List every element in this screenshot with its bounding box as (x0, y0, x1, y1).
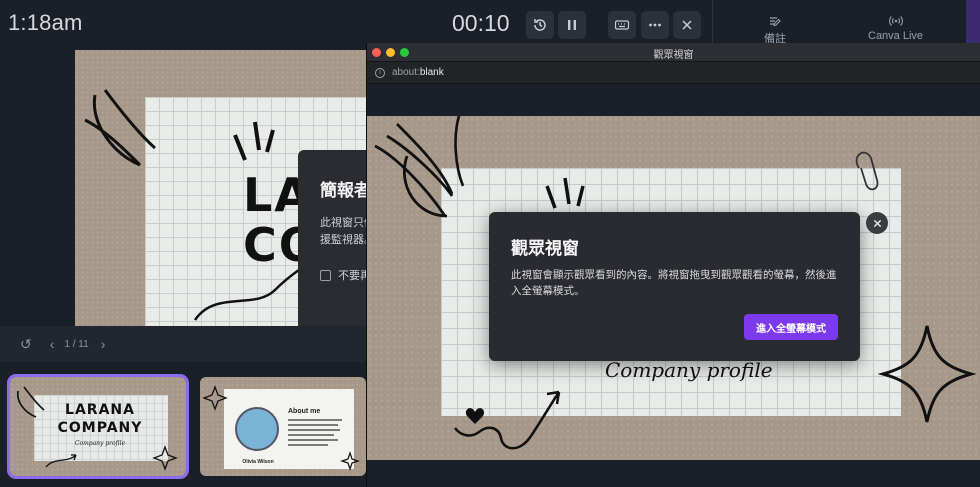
close-icon (682, 20, 692, 30)
address-scheme: about: (392, 67, 420, 78)
pause-button[interactable] (558, 11, 586, 39)
previous-slide-button[interactable]: ‹ (50, 336, 55, 352)
tab-notes[interactable]: 備註 (764, 14, 786, 46)
replay-icon[interactable]: ↺ (20, 336, 32, 353)
dialog-title: 觀眾視窗 (511, 239, 579, 258)
thumbnail-1-subtitle: Company profile (74, 440, 126, 447)
slide-thumbnail-1[interactable]: LARANA COMPANY Company profile (7, 374, 189, 479)
audience-window: 觀眾視窗 i about: blank Company profile 觀眾視窗 … (366, 43, 980, 487)
address-host: blank (419, 67, 444, 78)
clock: 1:18am (8, 10, 83, 35)
window-title-bar[interactable]: 觀眾視窗 (367, 43, 980, 62)
tab-canva-live[interactable]: Canva Live (868, 14, 923, 42)
pause-icon (568, 20, 576, 30)
thumbnail-2-portrait (235, 407, 279, 451)
thumbnail-1-title-line2: COMPANY (57, 420, 143, 436)
checkbox-box[interactable] (320, 269, 331, 281)
keyboard-shortcuts-button[interactable] (608, 11, 636, 39)
timer: 00:10 (452, 10, 510, 36)
thumbnail-1-title: LARANA COMPANY (40, 401, 160, 437)
window-title: 觀眾視窗 (653, 50, 694, 61)
letterbox-top (367, 84, 980, 115)
next-slide-button[interactable]: › (101, 336, 106, 352)
audience-slide-script: Company profile (605, 358, 773, 382)
dialog-close-button[interactable] (866, 212, 888, 234)
tab-canva-live-label: Canva Live (868, 30, 924, 42)
slide-thumbnail-2[interactable]: Olivia Wilson About me (200, 377, 366, 476)
keyboard-icon (614, 20, 630, 30)
thumbnail-2-heading: About me (288, 408, 321, 415)
panel-divider (712, 0, 713, 44)
notes-icon (770, 17, 781, 27)
page-indicator: 1 / 11 (64, 338, 89, 350)
slide-navigation-bar: ↺ ‹ 1 / 11 › (0, 326, 366, 362)
more-options-button[interactable] (641, 11, 669, 39)
letterbox-bottom (367, 460, 980, 487)
close-presenter-button[interactable] (673, 11, 701, 39)
restart-timer-button[interactable] (526, 11, 554, 39)
dialog-body: 此視窗會顯示觀眾看到的內容。將視窗拖曳到觀眾觀看的螢幕，然後進入全螢幕模式。 (511, 269, 837, 297)
panel-edge-accent (966, 0, 980, 44)
enter-fullscreen-button[interactable]: 進入全螢幕模式 (744, 314, 838, 340)
close-icon (873, 219, 881, 227)
thumbnail-2-text-lines (288, 419, 344, 449)
history-icon (534, 19, 546, 31)
app-root: 1:18am 00:10 備註 Canva Live LA CO 簡報者 此視窗… (0, 0, 980, 487)
thumbnail-1-title-line1: LARANA (65, 402, 135, 418)
info-icon[interactable]: i (375, 67, 385, 78)
audience-window-dialog: 觀眾視窗 此視窗會顯示觀眾看到的內容。將視窗拖曳到觀眾觀看的螢幕，然後進入全螢幕… (489, 212, 860, 361)
thumbnail-2-name: Olivia Wilson (242, 459, 274, 465)
more-icon (649, 23, 661, 27)
broadcast-icon (888, 16, 903, 26)
address-bar[interactable]: i about: blank (367, 62, 980, 84)
